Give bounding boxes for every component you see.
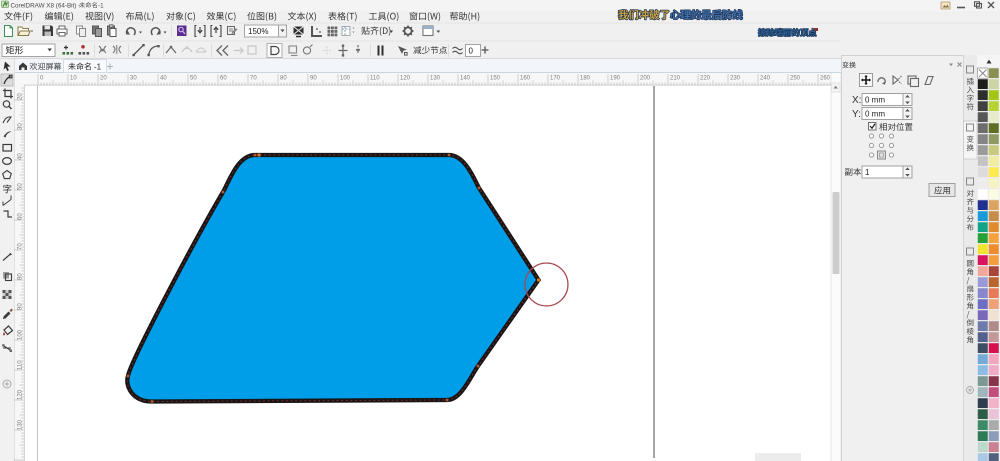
svg-text:70: 70 <box>18 243 24 250</box>
svg-text:230: 230 <box>730 76 741 82</box>
svg-text:0: 0 <box>469 47 474 56</box>
svg-text:250: 250 <box>790 76 801 82</box>
svg-text:100: 100 <box>18 329 24 340</box>
svg-text:-1: -1 <box>94 62 102 71</box>
svg-text:100: 100 <box>340 76 351 82</box>
svg-text:220: 220 <box>700 76 711 82</box>
svg-text:20: 20 <box>18 93 24 100</box>
svg-text:90: 90 <box>310 76 317 82</box>
svg-text:80: 80 <box>280 76 287 82</box>
svg-text:140: 140 <box>460 76 471 82</box>
svg-text:110: 110 <box>18 360 24 370</box>
svg-text:40: 40 <box>18 153 24 160</box>
svg-text:120: 120 <box>18 389 24 400</box>
svg-text:10: 10 <box>70 76 77 82</box>
svg-text:160: 160 <box>520 76 531 82</box>
svg-text:90: 90 <box>18 303 24 310</box>
svg-text:70: 70 <box>250 76 257 82</box>
svg-text:200: 200 <box>640 76 651 82</box>
svg-text:X:: X: <box>852 95 861 106</box>
svg-text:240: 240 <box>760 76 771 82</box>
svg-text:20: 20 <box>100 76 107 82</box>
svg-text:30: 30 <box>18 123 24 130</box>
svg-text:190: 190 <box>610 76 621 82</box>
svg-text:110: 110 <box>370 76 380 82</box>
svg-text:50: 50 <box>18 183 24 190</box>
svg-text:120: 120 <box>400 76 411 82</box>
svg-text:Y:: Y: <box>852 109 861 120</box>
svg-text:260: 260 <box>820 76 831 82</box>
svg-text:170: 170 <box>550 76 561 82</box>
svg-text:40: 40 <box>160 76 167 82</box>
svg-text:130: 130 <box>18 419 24 430</box>
svg-text:-1: -1 <box>98 2 104 9</box>
svg-text:30: 30 <box>130 76 137 82</box>
svg-text:80: 80 <box>18 273 24 280</box>
svg-text:60: 60 <box>220 76 227 82</box>
svg-text:50: 50 <box>190 76 197 82</box>
svg-text:1: 1 <box>865 168 870 177</box>
svg-text:0 mm: 0 mm <box>865 110 885 119</box>
svg-text:150%: 150% <box>248 27 268 36</box>
svg-text:150: 150 <box>490 76 501 82</box>
svg-text:210: 210 <box>670 76 681 82</box>
svg-text:CorelDRAW X8 (64-Bit) -: CorelDRAW X8 (64-Bit) - <box>11 2 81 9</box>
svg-text:0 mm: 0 mm <box>865 96 885 105</box>
svg-text:60: 60 <box>18 213 24 220</box>
svg-text:130: 130 <box>430 76 441 82</box>
svg-text:180: 180 <box>580 76 591 82</box>
